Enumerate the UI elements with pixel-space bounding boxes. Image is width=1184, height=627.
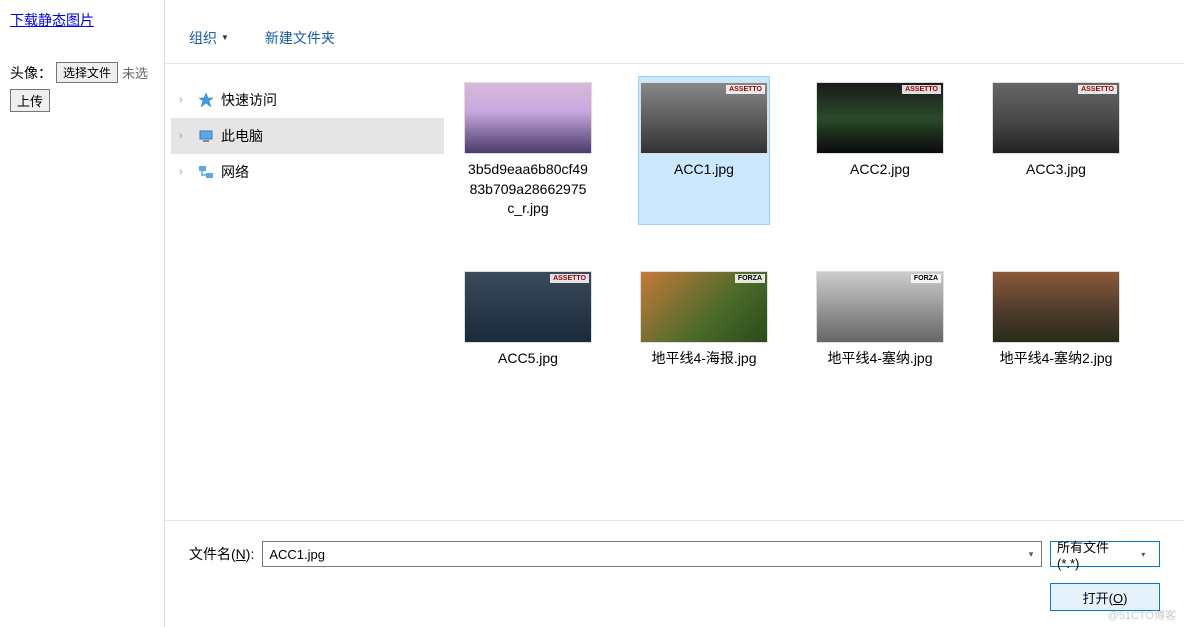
file-name-label: 地平线4-海报.jpg	[651, 349, 756, 369]
choose-file-button[interactable]: 选择文件	[56, 62, 118, 83]
file-item[interactable]: 3b5d9eaa6b80cf4983b709a28662975c_r.jpg	[462, 76, 594, 225]
nav-this-pc[interactable]: › 此电脑	[171, 118, 444, 154]
file-item[interactable]: FORZA 地平线4-海报.jpg	[638, 265, 770, 375]
chevron-right-icon: ›	[179, 130, 191, 142]
thumbnail-badge: FORZA	[735, 274, 765, 283]
file-item[interactable]: FORZA 地平线4-塞纳.jpg	[814, 265, 946, 375]
file-name-label: 地平线4-塞纳.jpg	[827, 349, 932, 369]
computer-icon	[197, 127, 215, 145]
file-thumbnail: ASSETTO	[464, 271, 592, 343]
avatar-label: 头像：	[10, 63, 52, 83]
chevron-down-icon: ▼	[221, 33, 229, 42]
watermark: @51CTO博客	[1108, 607, 1176, 623]
thumbnail-badge: ASSETTO	[902, 85, 941, 94]
filter-label: 所有文件 (*.*)	[1057, 537, 1133, 571]
file-thumbnail: ASSETTO	[640, 82, 768, 154]
file-thumbnail	[464, 82, 592, 154]
thumbnail-badge: FORZA	[911, 274, 941, 283]
nav-network[interactable]: › 网络	[171, 154, 444, 190]
chevron-right-icon: ›	[179, 94, 191, 106]
chevron-down-icon: ▾	[1133, 550, 1153, 559]
file-name-label: ACC1.jpg	[674, 160, 734, 180]
nav-label: 此电脑	[221, 126, 263, 146]
upload-button[interactable]: 上传	[10, 89, 50, 112]
file-name-label: ACC2.jpg	[850, 160, 910, 180]
file-thumbnail	[992, 271, 1120, 343]
file-item[interactable]: ASSETTO ACC5.jpg	[462, 265, 594, 375]
thumbnail-badge: ASSETTO	[550, 274, 589, 283]
star-icon	[197, 91, 215, 109]
file-item[interactable]: ASSETTO ACC1.jpg	[638, 76, 770, 225]
filename-label: 文件名(N):	[189, 544, 254, 564]
organize-menu[interactable]: 组织 ▼	[189, 28, 229, 48]
thumbnail-badge: ASSETTO	[1078, 85, 1117, 94]
file-item[interactable]: ASSETTO ACC2.jpg	[814, 76, 946, 225]
file-thumbnail: ASSETTO	[992, 82, 1120, 154]
file-open-dialog: 组织 ▼ 新建文件夹 › 快速访问 ›	[164, 0, 1184, 627]
organize-label: 组织	[189, 28, 217, 48]
dialog-toolbar: 组织 ▼ 新建文件夹	[165, 12, 1184, 64]
filename-input[interactable]	[263, 542, 1021, 566]
network-icon	[197, 163, 215, 181]
file-item[interactable]: 地平线4-塞纳2.jpg	[990, 265, 1122, 375]
file-type-filter[interactable]: 所有文件 (*.*) ▾	[1050, 541, 1160, 567]
new-folder-button[interactable]: 新建文件夹	[265, 28, 335, 48]
nav-label: 快速访问	[221, 90, 277, 110]
file-name-label: 地平线4-塞纳2.jpg	[1000, 349, 1113, 369]
no-file-selected-text: 未选	[122, 63, 148, 82]
dialog-footer: 文件名(N): ▾ 所有文件 (*.*) ▾ 打开(O)	[165, 520, 1184, 627]
file-name-label: 3b5d9eaa6b80cf4983b709a28662975c_r.jpg	[468, 160, 588, 219]
navigation-tree: › 快速访问 › 此电脑 ›	[165, 64, 450, 520]
nav-quick-access[interactable]: › 快速访问	[171, 82, 444, 118]
nav-label: 网络	[221, 162, 249, 182]
file-thumbnail: FORZA	[640, 271, 768, 343]
file-thumbnail: FORZA	[816, 271, 944, 343]
page-left-panel: 下载静态图片 头像： 选择文件 未选 上传	[0, 0, 164, 627]
file-item[interactable]: ASSETTO ACC3.jpg	[990, 76, 1122, 225]
file-grid: 3b5d9eaa6b80cf4983b709a28662975c_r.jpg AS…	[450, 64, 1184, 520]
file-name-label: ACC3.jpg	[1026, 160, 1086, 180]
thumbnail-badge: ASSETTO	[726, 85, 765, 94]
filename-combo[interactable]: ▾	[262, 541, 1042, 567]
chevron-down-icon[interactable]: ▾	[1021, 549, 1041, 560]
download-static-image-link[interactable]: 下载静态图片	[10, 12, 94, 28]
file-name-label: ACC5.jpg	[498, 349, 558, 369]
chevron-right-icon: ›	[179, 166, 191, 178]
new-folder-label: 新建文件夹	[265, 28, 335, 48]
file-thumbnail: ASSETTO	[816, 82, 944, 154]
